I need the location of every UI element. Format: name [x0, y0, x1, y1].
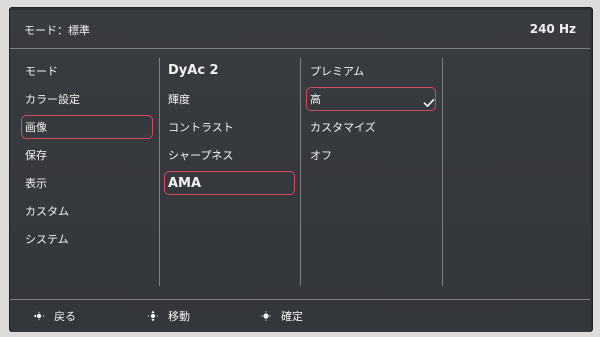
osd-menu: モード：標準 240 Hz モード カラー設定 画像 保存 表示 カスタム シス… [10, 10, 590, 332]
menu-item-save[interactable]: 保存 [25, 149, 47, 163]
menu-item-brightness[interactable]: 輝度 [168, 93, 190, 107]
option-premium[interactable]: プレミアム [310, 65, 364, 79]
footer-confirm-label: 確定 [281, 310, 303, 323]
header-divider [10, 48, 590, 49]
footer-divider [10, 299, 590, 300]
menu-item-dyac2[interactable]: DyAc 2 [168, 64, 219, 78]
menu-item-contrast[interactable]: コントラスト [168, 121, 234, 135]
joystick-left-icon [33, 311, 45, 321]
column-divider-3 [442, 58, 443, 286]
menu-item-display[interactable]: 表示 [25, 177, 47, 191]
joystick-updown-icon [147, 310, 159, 322]
menu-item-color-settings[interactable]: カラー設定 [25, 93, 80, 107]
menu-item-image[interactable]: 画像 [25, 121, 47, 135]
footer-back: 戻る [32, 309, 76, 323]
selection-highlight-col3 [306, 87, 436, 111]
mode-title: モード：標準 [24, 24, 90, 37]
menu-item-custom[interactable]: カスタム [25, 205, 69, 219]
footer-move: 移動 [146, 309, 190, 323]
menu-item-mode[interactable]: モード [25, 65, 58, 79]
menu-item-ama[interactable]: AMA [168, 177, 201, 191]
osd-header: モード：標準 240 Hz [10, 10, 590, 48]
option-high[interactable]: 高 [310, 93, 321, 107]
footer-move-label: 移動 [168, 310, 190, 323]
footer-confirm: 確定 [259, 309, 303, 323]
footer-back-label: 戻る [54, 310, 76, 323]
option-customize[interactable]: カスタマイズ [310, 121, 376, 135]
column-divider-1 [159, 58, 160, 286]
checkmark-icon [423, 98, 435, 108]
joystick-press-icon [261, 311, 271, 321]
refresh-rate: 240 Hz [529, 22, 576, 36]
option-off[interactable]: オフ [310, 149, 332, 163]
column-divider-2 [300, 58, 301, 286]
menu-item-sharpness[interactable]: シャープネス [168, 149, 233, 163]
menu-item-system[interactable]: システム [25, 233, 69, 247]
